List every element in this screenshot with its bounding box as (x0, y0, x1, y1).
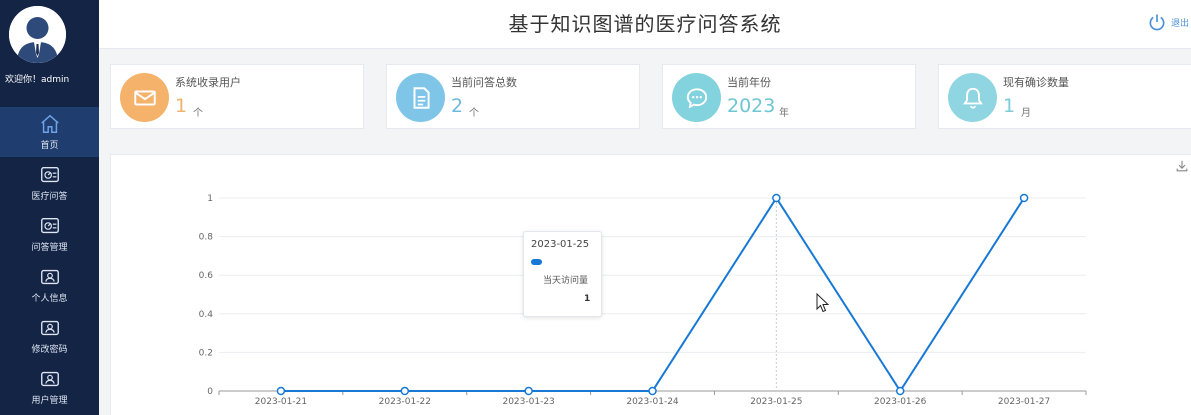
chat-icon (686, 87, 707, 108)
tooltip-date: 2023-01-25 (531, 239, 590, 250)
sidebar: 欢迎你！admin 首页 医疗问答 问答管理 个人信息 修改密码 用户管理 (0, 0, 99, 415)
y-tick-label: 0.4 (199, 310, 214, 320)
stat-unit: 个 (469, 108, 479, 119)
sidebar-item-label: 修改密码 (31, 345, 68, 355)
x-tick-label: 2023-01-26 (874, 397, 927, 407)
logout-label: 退出 (1171, 18, 1190, 29)
series-line (280, 196, 1025, 393)
sidebar-item-qa-management[interactable]: 问答管理 (0, 209, 99, 259)
user-avatar-icon (9, 6, 66, 63)
chart-tooltip: 2023-01-25 当天访问量 1 (523, 231, 602, 317)
stat-value: 2 (451, 95, 464, 117)
stat-card-year: 当前年份 2023 年 (662, 64, 916, 129)
data-point (400, 386, 410, 396)
power-icon (1149, 14, 1165, 31)
tooltip-series-marker (531, 259, 542, 265)
avatar[interactable] (9, 6, 66, 63)
stat-label: 当前年份 (727, 76, 771, 89)
dashboard-icon (40, 166, 59, 183)
logout-button[interactable]: 退出 (1147, 12, 1189, 32)
stat-label: 系统收录用户 (175, 76, 241, 89)
sidebar-item-home[interactable]: 首页 (0, 107, 99, 157)
sidebar-item-user-management[interactable]: 用户管理 (0, 362, 99, 412)
stat-icon-circle (948, 73, 997, 122)
stat-card-qa-total: 当前问答总数 2 个 (386, 64, 640, 129)
x-tick-label: 2023-01-27 (998, 397, 1050, 407)
user-card-icon (40, 320, 59, 336)
dashboard-icon (40, 217, 59, 234)
tooltip-value: 1 (584, 294, 591, 304)
data-point (772, 193, 781, 203)
home-icon (40, 114, 59, 133)
mail-icon (133, 90, 156, 105)
stat-value: 2023 (727, 95, 776, 117)
stat-card-users: 系统收录用户 1 个 (110, 64, 364, 129)
stat-unit: 个 (193, 108, 203, 119)
stat-label: 当前问答总数 (451, 76, 517, 89)
stat-value: 1 (1003, 95, 1016, 117)
x-tick-label: 2023-01-23 (502, 397, 554, 407)
x-tick-label: 2023-01-24 (626, 397, 679, 407)
chart-panel: 0 0.2 0.4 0.6 0.8 1 2023-01-21 2023-01-22 2023-0… (110, 154, 1191, 415)
stat-unit: 年 (779, 108, 789, 119)
sidebar-item-medical-qa[interactable]: 医疗问答 (0, 158, 99, 208)
mouse-cursor-icon (816, 293, 830, 313)
stat-label: 现有确诊数量 (1003, 76, 1069, 89)
y-tick-label: 0.2 (199, 348, 213, 358)
stat-value: 1 (175, 95, 188, 117)
line-chart: 0 0.2 0.4 0.6 0.8 1 2023-01-21 2023-01-22 2023-0… (199, 193, 1087, 407)
sidebar-item-label: 个人信息 (31, 294, 68, 304)
y-tick-label: 1 (207, 194, 213, 204)
x-tick-label: 2023-01-21 (255, 397, 307, 407)
y-tick-label: 0.6 (199, 271, 214, 281)
x-tick-label: 2023-01-22 (379, 397, 431, 407)
y-tick-label: 0 (207, 387, 213, 397)
welcome-text: 欢迎你！admin (5, 75, 70, 85)
top-header: 基于知识图谱的医疗问答系统 退出 (99, 0, 1191, 49)
stat-icon-circle (672, 73, 721, 122)
sidebar-item-label: 问答管理 (31, 243, 68, 253)
stat-icon-circle (396, 73, 445, 122)
page-title: 基于知识图谱的医疗问答系统 (508, 12, 782, 36)
download-icon[interactable] (1175, 159, 1189, 173)
data-point (1019, 193, 1029, 203)
tooltip-series-name: 当天访问量 (543, 276, 589, 286)
stat-icon-circle (120, 73, 169, 122)
sidebar-item-label: 医疗问答 (31, 192, 68, 202)
user-card-icon (40, 371, 59, 387)
sidebar-item-label: 首页 (40, 141, 59, 151)
data-point (648, 386, 657, 396)
bell-icon (962, 87, 983, 109)
y-tick-label: 0.8 (199, 233, 214, 243)
user-card-icon (40, 269, 59, 285)
document-icon (413, 86, 430, 109)
data-point (276, 386, 286, 396)
data-point (895, 386, 905, 396)
stat-unit: 月 (1021, 108, 1031, 119)
x-tick-label: 2023-01-25 (750, 397, 802, 407)
sidebar-item-profile[interactable]: 个人信息 (0, 260, 99, 310)
data-point (524, 386, 533, 396)
sidebar-item-label: 用户管理 (31, 396, 68, 406)
stat-card-confirmed: 现有确诊数量 1 月 (938, 64, 1191, 129)
sidebar-item-change-password[interactable]: 修改密码 (0, 311, 99, 361)
